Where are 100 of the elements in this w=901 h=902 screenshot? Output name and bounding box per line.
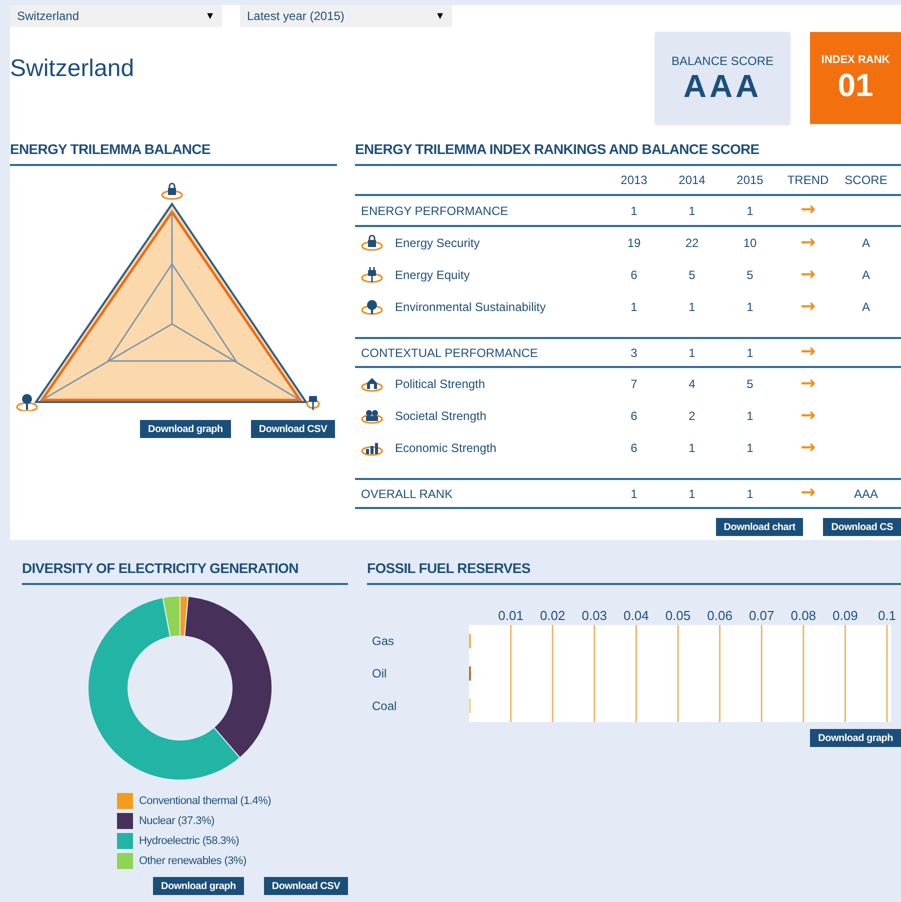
trend-arrow: → [800, 264, 816, 284]
axis-tick-label: 0.02 [540, 608, 566, 623]
axis-tick-label: 0.07 [748, 608, 774, 623]
trend-arrow: → [800, 372, 816, 394]
indicator-label: Political Strength [395, 376, 486, 393]
tree-icon [16, 394, 38, 411]
rank-cell: 6 [630, 441, 638, 455]
tree-icon [361, 299, 383, 315]
card-label: INDEX RANK [821, 53, 890, 68]
axis-tick-label: 0.05 [665, 608, 691, 623]
indicator-label: Societal Strength [395, 408, 486, 425]
rank-cell: 1 [746, 409, 754, 423]
category-label: Coal [372, 698, 397, 713]
filter-dropdown[interactable]: Switzerland ▼ [10, 5, 222, 27]
indicator-label: Environmental Sustainability [395, 299, 546, 316]
rank-cell: 1 [630, 204, 638, 218]
section-heading: DIVERSITY OF ELECTRICITY GENERATION [22, 558, 348, 585]
rank-cell: 19 [627, 236, 641, 250]
rank-cell: 1 [688, 204, 696, 218]
people-icon [361, 408, 383, 424]
trend-arrow: → [800, 482, 816, 503]
trend-arrow: → [800, 404, 816, 426]
axis-tick-label: 0.03 [582, 608, 608, 623]
column-header: TREND [787, 173, 829, 187]
axis-tick-label: 0.04 [624, 608, 649, 623]
axis-tick-label: 0.08 [790, 608, 816, 623]
rank-cell: 1 [688, 441, 696, 455]
trend-arrow: → [800, 296, 816, 316]
indicator-label: Energy Security [395, 235, 480, 252]
card-value: AAA [683, 70, 762, 102]
rank-cell: 5 [688, 268, 696, 282]
rank-cell: 6 [630, 409, 638, 423]
dropdown-caret: ▼ [205, 10, 215, 24]
rank-cell: 1 [746, 300, 754, 314]
rank-cell: 1 [688, 300, 696, 314]
axis-tick-label: 0.01 [498, 608, 524, 623]
plug-icon [306, 396, 320, 410]
trend-arrow: → [800, 436, 816, 458]
group-label: CONTEXTUAL PERFORMANCE [361, 344, 538, 362]
download-button[interactable]: Download graph [140, 420, 231, 438]
lock-icon [361, 235, 383, 251]
rank-cell: 5 [746, 377, 754, 391]
rank-cell: 1 [688, 486, 696, 500]
rank-cell: 1 [688, 346, 696, 360]
filter-dropdown[interactable]: Latest year (2015) ▼ [240, 5, 452, 27]
score-cell: A [862, 236, 870, 250]
building-icon [361, 376, 383, 392]
column-header: 2015 [736, 173, 764, 187]
trend-arrow: → [800, 199, 816, 220]
legend-label: Hydroelectric (58.3%) [139, 834, 239, 849]
lock-icon [161, 182, 183, 200]
group-label: OVERALL RANK [361, 486, 453, 502]
rank-cell: 5 [746, 268, 754, 282]
column-header: 2013 [620, 173, 648, 187]
group-label: ENERGY PERFORMANCE [361, 202, 508, 220]
country-title: Switzerland [10, 54, 134, 84]
rank-cell: 1 [630, 486, 638, 500]
download-button[interactable]: Download chart [716, 518, 804, 536]
axis-tick-label: 0.09 [832, 608, 858, 623]
dropdown-caret: ▼ [435, 10, 445, 24]
rank-cell: 6 [630, 268, 638, 282]
download-button[interactable]: Download graph [810, 729, 901, 747]
category-label: Oil [372, 666, 387, 680]
score-cell: A [862, 268, 870, 282]
score-cell: AAA [854, 486, 878, 500]
category-label: Gas [372, 634, 394, 648]
rank-cell: 1 [630, 300, 638, 314]
rank-cell: 3 [630, 346, 638, 360]
rank-cell: 22 [685, 236, 699, 250]
column-header: 2014 [678, 173, 706, 187]
download-button[interactable]: Download CS [823, 518, 901, 536]
legend-label: Conventional thermal (1.4%) [139, 794, 271, 809]
trend-arrow: → [800, 232, 816, 252]
section-heading: ENERGY TRILEMMA BALANCE [10, 139, 337, 166]
rank-cell: 7 [630, 377, 638, 391]
rank-cell: 2 [688, 409, 696, 423]
rank-cell: 10 [743, 236, 757, 250]
section-heading: FOSSIL FUEL RESERVES [367, 558, 901, 585]
axis-tick-label: 0.06 [707, 608, 732, 623]
rank-cell: 1 [746, 204, 754, 218]
score-cell: A [862, 300, 870, 314]
legend-label: Nuclear (37.3%) [139, 814, 214, 829]
rank-cell: 1 [746, 441, 754, 455]
indicator-label: Economic Strength [395, 440, 496, 457]
download-button[interactable]: Download graph [153, 877, 244, 895]
column-header: SCORE [844, 173, 888, 187]
card-label: BALANCE SCORE [671, 53, 774, 70]
download-button[interactable]: Download CSV [250, 420, 335, 438]
rank-cell: 1 [746, 486, 754, 500]
trend-arrow: → [800, 341, 816, 362]
card-value: 01 [838, 68, 874, 100]
bar-chart-icon [361, 440, 383, 456]
axis-tick-label: 0.1 [878, 608, 896, 623]
legend-label: Other renewables (3%) [139, 854, 246, 869]
rank-cell: 4 [688, 377, 696, 391]
section-heading: ENERGY TRILEMMA INDEX RANKINGS AND BALANCE SCORE [355, 139, 901, 166]
indicator-label: Energy Equity [395, 267, 470, 284]
plug-icon [361, 267, 383, 283]
rank-cell: 1 [746, 346, 754, 360]
download-button[interactable]: Download CSV [264, 877, 348, 895]
